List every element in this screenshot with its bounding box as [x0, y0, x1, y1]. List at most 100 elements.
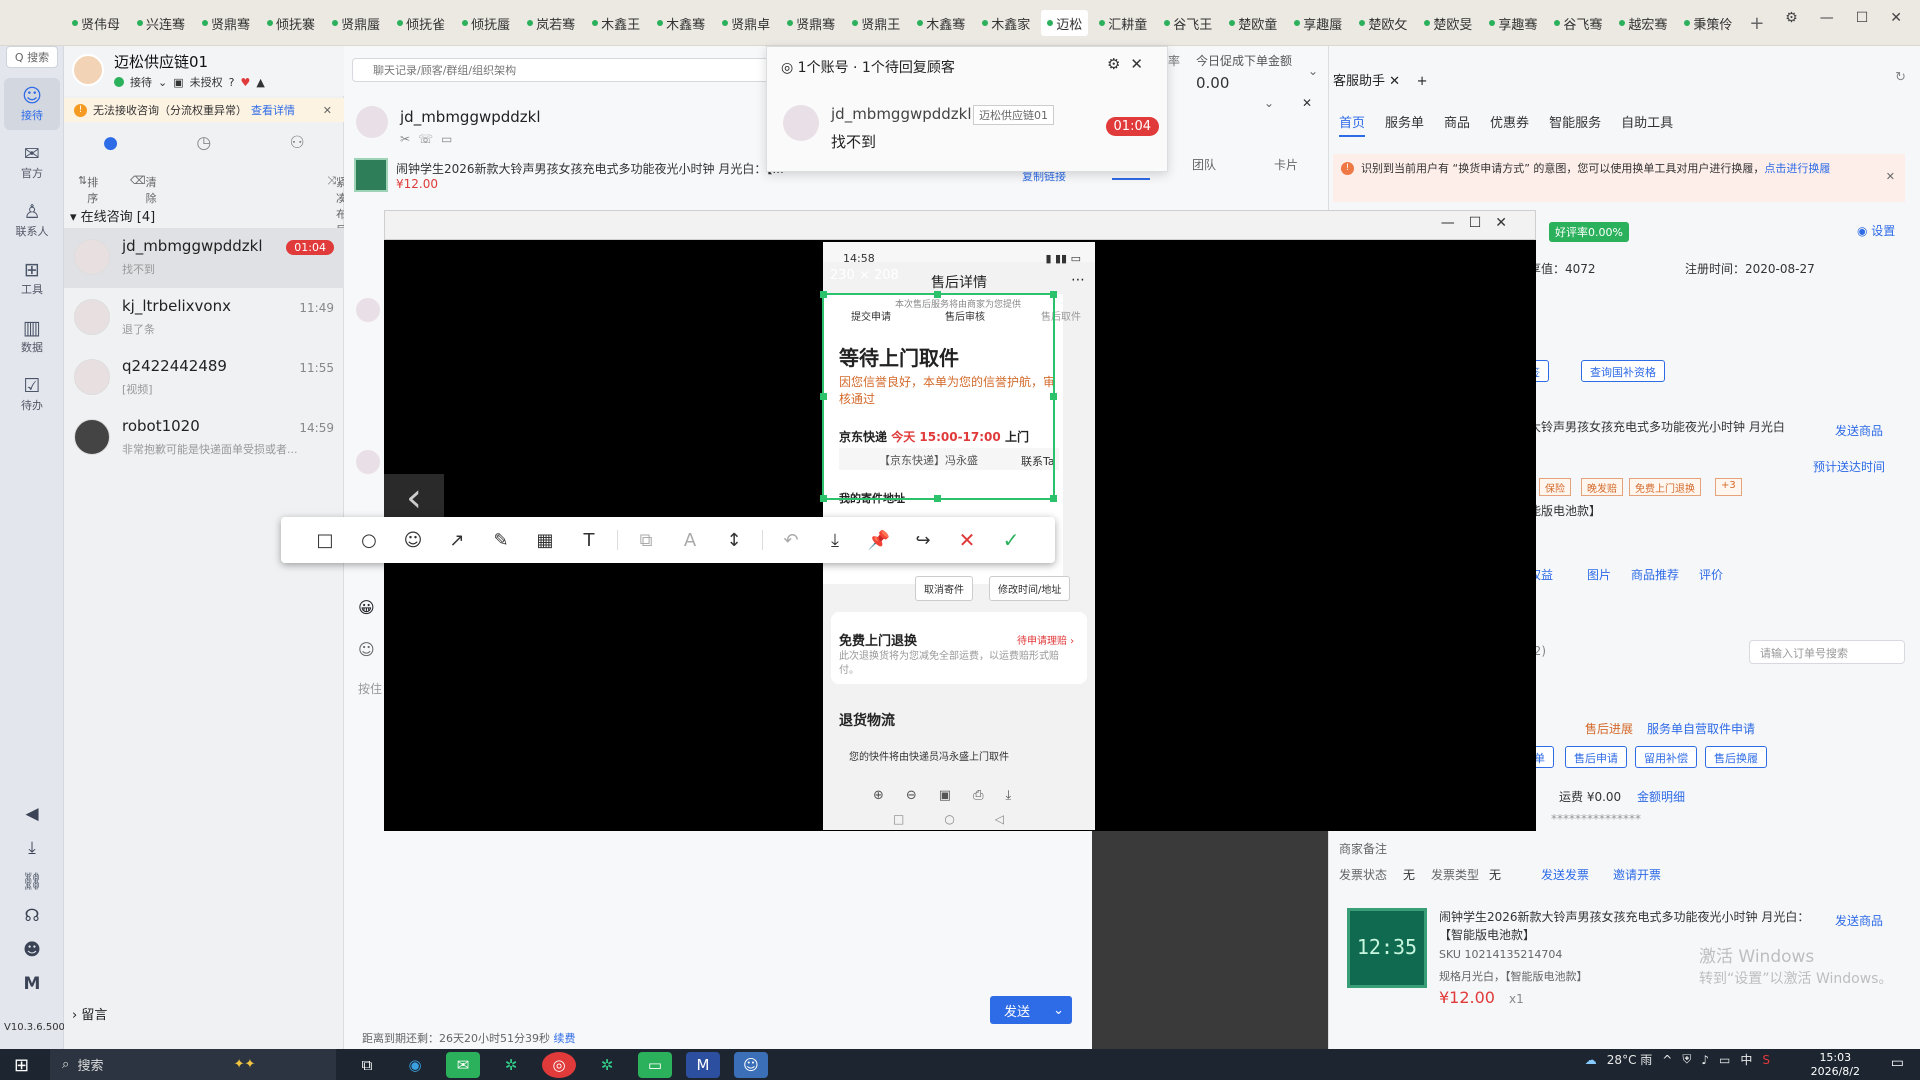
- nav-contacts[interactable]: ♙ 联系人: [4, 194, 60, 246]
- store-tab[interactable]: 楚欧旻: [1418, 10, 1478, 36]
- minimize-button[interactable]: —: [1820, 10, 1834, 26]
- store-tab[interactable]: 谷飞王: [1158, 10, 1218, 36]
- chevron-down-icon[interactable]: ⌄: [158, 76, 167, 89]
- save-icon[interactable]: ⤓: [813, 524, 857, 556]
- robot-icon[interactable]: ☻: [0, 940, 64, 960]
- customer-service-app-icon[interactable]: ☺: [734, 1052, 768, 1078]
- conversation-item[interactable]: robot1020 非常抱歉可能是快递面单受损或者... 14:59: [64, 408, 344, 468]
- sort-button[interactable]: ⇅ 排序: [78, 174, 98, 205]
- tab-smart-service[interactable]: 智能服务: [1549, 112, 1601, 137]
- store-tab[interactable]: 贤鼎王: [846, 10, 906, 36]
- subsidy-button[interactable]: 查询国补资格: [1581, 360, 1665, 382]
- renew-link[interactable]: 续费: [554, 1032, 576, 1045]
- network-icon[interactable]: ▭: [1719, 1053, 1730, 1067]
- volume-icon[interactable]: ♪: [1701, 1053, 1709, 1067]
- tab-service-orders[interactable]: 服务单: [1385, 112, 1424, 137]
- text-tool-icon[interactable]: T: [567, 524, 611, 556]
- ellipse-tool-icon[interactable]: ○: [347, 524, 391, 556]
- store-tab[interactable]: 谷飞骞: [1548, 10, 1608, 36]
- tab-team[interactable]: 团队: [1192, 156, 1216, 173]
- settings-link[interactable]: ◉ 设置: [1857, 222, 1895, 239]
- edge-icon[interactable]: ◉: [398, 1052, 432, 1078]
- download-icon[interactable]: ⤓: [0, 838, 64, 858]
- send-button[interactable]: 发送 ⌄: [990, 996, 1072, 1024]
- settings-icon[interactable]: ⚙: [1785, 10, 1798, 26]
- notification-controls[interactable]: ⚙✕: [1107, 55, 1153, 73]
- input-hint[interactable]: 按住: [358, 680, 382, 697]
- estimate-time-link[interactable]: 预计送达时间: [1813, 458, 1885, 475]
- images-link[interactable]: 图片: [1587, 566, 1611, 583]
- heart-icon[interactable]: ♥: [240, 76, 250, 89]
- nav-data[interactable]: ▥ 数据: [4, 310, 60, 362]
- windows-start-icon[interactable]: ⊞: [14, 1055, 29, 1076]
- more-chip[interactable]: +3: [1715, 478, 1742, 496]
- resize-handle[interactable]: [820, 393, 827, 400]
- compact-layout-button[interactable]: ⤨ 紧凑布局: [327, 174, 347, 237]
- add-tab-button[interactable]: +: [1749, 13, 1764, 34]
- send-product-link[interactable]: 发送商品: [1835, 422, 1883, 439]
- store-tab[interactable]: 迈松: [1041, 10, 1089, 36]
- conversation-item[interactable]: q2422442489 [视频] 11:55: [64, 348, 344, 408]
- link-icon[interactable]: ⛓: [0, 872, 64, 892]
- store-tab[interactable]: 享趣蜃: [1288, 10, 1348, 36]
- emoji-icon[interactable]: 😀: [358, 598, 375, 617]
- resize-handle[interactable]: [934, 291, 941, 298]
- conversation-item[interactable]: kj_ltrbelixvonx 退了条 11:49: [64, 288, 344, 348]
- assistant-tab[interactable]: 客服助手 ✕ +: [1333, 70, 1427, 89]
- chat-search-input[interactable]: 聊天记录/顾客/群组/组织架构: [352, 58, 772, 82]
- security-icon[interactable]: ⛨: [1682, 1052, 1691, 1067]
- help-icon[interactable]: ?: [229, 76, 235, 89]
- tab-home[interactable]: 首页: [1339, 112, 1366, 137]
- auth-status[interactable]: 未授权: [190, 74, 223, 90]
- chevron-down-icon[interactable]: ⌄: [1308, 64, 1318, 78]
- m-icon[interactable]: M: [0, 974, 64, 994]
- store-tab[interactable]: 木鑫骞: [911, 10, 971, 36]
- rectangle-tool-icon[interactable]: □: [303, 524, 347, 556]
- after-sales-detail-link[interactable]: 服务单自营取件申请: [1647, 720, 1755, 737]
- refresh-icon[interactable]: ↻: [1895, 70, 1906, 85]
- compensation-button[interactable]: 留用补偿: [1635, 746, 1697, 768]
- nav-official[interactable]: ✉ 官方: [4, 136, 60, 188]
- order-search-input[interactable]: 请输入订单号搜索: [1749, 640, 1905, 664]
- store-tab[interactable]: 木鑫家: [976, 10, 1036, 36]
- tab-card[interactable]: 卡片: [1274, 156, 1298, 173]
- store-tab[interactable]: 贤鼎蜃: [326, 10, 386, 36]
- close-icon[interactable]: ✕: [1302, 96, 1312, 110]
- nav-todo[interactable]: ☑ 待办: [4, 368, 60, 420]
- store-tab[interactable]: 木鑫王: [586, 10, 646, 36]
- store-tab[interactable]: 兴连骞: [131, 10, 191, 36]
- store-tab[interactable]: 贤伟母: [66, 10, 126, 36]
- resize-handle[interactable]: [934, 495, 941, 502]
- app-icon[interactable]: ✲: [590, 1052, 624, 1078]
- resize-handle[interactable]: [1050, 393, 1057, 400]
- m-app-icon[interactable]: M: [686, 1052, 720, 1078]
- store-tab[interactable]: 贤鼎骞: [781, 10, 841, 36]
- resize-handle[interactable]: [820, 291, 827, 298]
- tab-colleagues-icon[interactable]: ⚇: [290, 133, 305, 153]
- notification-popup[interactable]: ◎ 1个账号 · 1个待回复顾客 ⚙✕ jd_mbmggwpddzkl 迈松供应…: [766, 46, 1168, 172]
- tab-self-service[interactable]: 自助工具: [1621, 112, 1673, 137]
- long-screenshot-icon[interactable]: ↕: [712, 524, 756, 556]
- notification-center-icon[interactable]: ▭: [1891, 1055, 1904, 1071]
- store-tab[interactable]: 倾抚雀: [391, 10, 451, 36]
- close-icon[interactable]: ✕: [323, 104, 332, 117]
- headset-icon[interactable]: ☊: [0, 906, 64, 926]
- clear-button[interactable]: ⌫ 清除: [130, 174, 157, 205]
- arrow-tool-icon[interactable]: ↗: [435, 524, 479, 556]
- store-tab[interactable]: 楚欧攵: [1353, 10, 1413, 36]
- chat-header-icons[interactable]: ✂☏▭: [400, 132, 460, 146]
- close-icon[interactable]: ✕: [1886, 168, 1895, 186]
- pen-tool-icon[interactable]: ✎: [479, 524, 523, 556]
- maximize-button[interactable]: ☐: [1856, 10, 1869, 26]
- mosaic-tool-icon[interactable]: ▦: [523, 524, 567, 556]
- send-invoice-link[interactable]: 发送发票: [1541, 866, 1589, 883]
- resize-handle[interactable]: [1050, 291, 1057, 298]
- taskbar-search[interactable]: ⌕ 搜索 ✦✦: [50, 1049, 336, 1080]
- store-tab[interactable]: 倾抚褰: [261, 10, 321, 36]
- record-icon[interactable]: ◎: [542, 1052, 576, 1078]
- recommend-link[interactable]: 商品推荐: [1631, 566, 1679, 583]
- tab-coupons[interactable]: 优惠券: [1490, 112, 1529, 137]
- tab-history-icon[interactable]: ◷: [196, 133, 211, 153]
- chevron-down-icon[interactable]: ⌄: [1053, 1003, 1064, 1018]
- store-tab[interactable]: 秉策伶: [1678, 10, 1738, 36]
